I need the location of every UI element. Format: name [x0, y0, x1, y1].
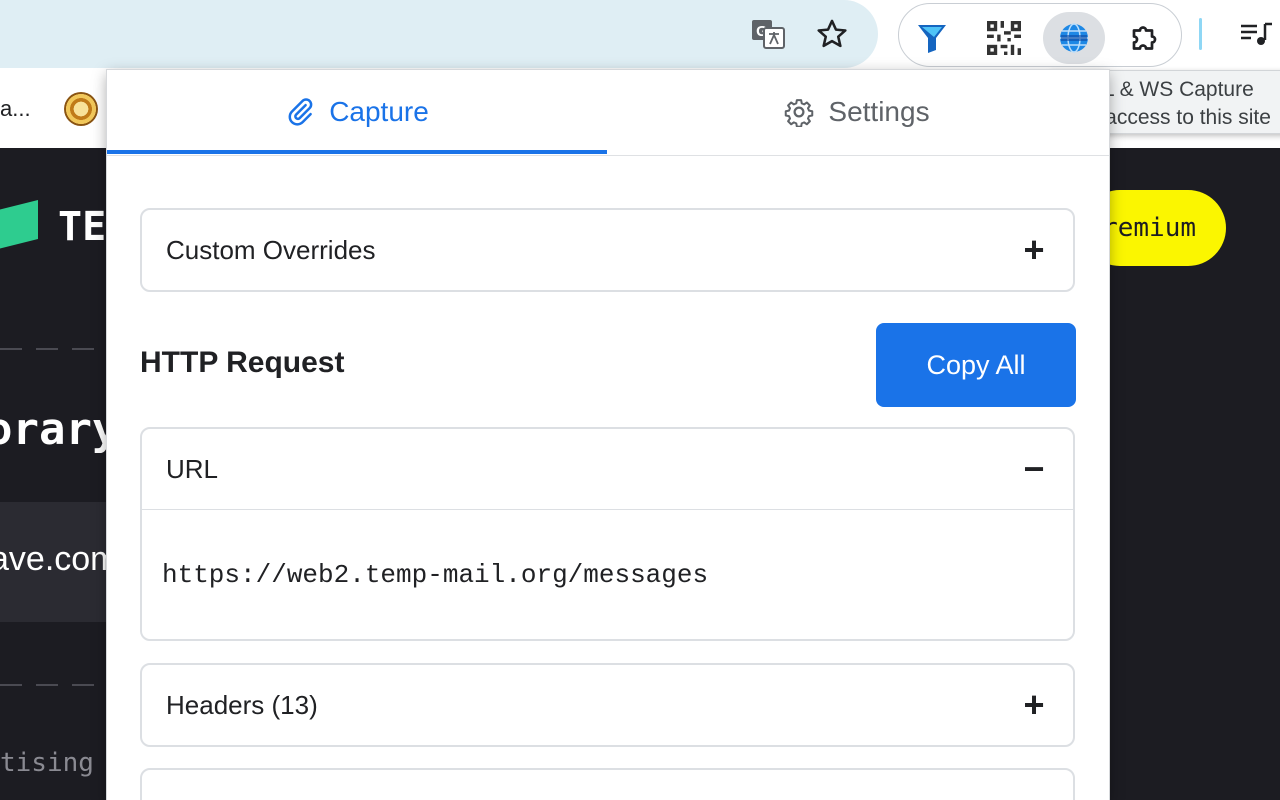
- active-tab-indicator: [107, 150, 607, 154]
- site-footer-text: tising: [0, 748, 94, 778]
- bookmark-star-button[interactable]: [808, 10, 856, 58]
- extension-qr-button[interactable]: [973, 12, 1035, 64]
- url-section: URL − https://web2.temp-mail.org/message…: [140, 427, 1075, 641]
- extensions-menu-button[interactable]: [1115, 12, 1177, 64]
- custom-overrides-section: Custom Overrides +: [140, 208, 1075, 292]
- site-email-text: ave.com: [0, 540, 119, 578]
- premium-button-label: remium: [1102, 213, 1196, 243]
- qr-code-icon: [987, 21, 1021, 55]
- translate-button[interactable]: G: [744, 10, 792, 58]
- star-icon: [817, 19, 847, 48]
- site-heading: orary: [0, 404, 119, 455]
- headers-header[interactable]: Headers (13) +: [142, 665, 1073, 745]
- toolbar-separator: [1199, 18, 1202, 50]
- expand-plus-icon[interactable]: +: [1019, 232, 1049, 268]
- tab-bar: Capture Settings: [107, 70, 1109, 156]
- media-controls-button[interactable]: [1232, 12, 1280, 58]
- gear-icon: [785, 99, 814, 127]
- custom-overrides-header[interactable]: Custom Overrides +: [142, 210, 1073, 290]
- music-queue-icon: [1241, 22, 1272, 45]
- bookmark-item-label[interactable]: a...: [0, 96, 31, 122]
- copy-all-button[interactable]: Copy All: [876, 323, 1076, 407]
- headers-label: Headers (13): [166, 689, 318, 720]
- globe-icon: [1060, 23, 1088, 53]
- divider: [0, 348, 120, 350]
- divider: [0, 684, 120, 686]
- extension-popup: Capture Settings Custom Overrides + HTTP…: [107, 70, 1109, 800]
- browser-toolbar: G: [0, 0, 1280, 70]
- url-value[interactable]: https://web2.temp-mail.org/messages: [142, 509, 1073, 639]
- site-logo-text: TE: [58, 204, 107, 250]
- http-request-title: HTTP Request: [140, 346, 345, 379]
- screen: G a... TE rary ave.com tising remium cUR…: [0, 0, 1280, 800]
- extension-curl-capture-button[interactable]: [1043, 12, 1105, 64]
- extension-filter-button[interactable]: [901, 12, 963, 64]
- paperclip-icon: [288, 98, 313, 126]
- headers-section: Headers (13) +: [140, 663, 1075, 747]
- url-header[interactable]: URL −: [142, 429, 1073, 509]
- tab-capture[interactable]: Capture: [107, 70, 607, 154]
- url-label: URL: [166, 453, 219, 484]
- collapse-minus-icon[interactable]: −: [1019, 451, 1049, 487]
- tab-capture-label: Capture: [329, 96, 429, 127]
- next-section-partial: [140, 768, 1075, 800]
- translate-icon: G: [752, 20, 785, 49]
- puzzle-icon: [1132, 26, 1157, 50]
- custom-overrides-label: Custom Overrides: [166, 234, 376, 265]
- extensions-group: [898, 3, 1182, 67]
- funnel-icon: [918, 25, 946, 53]
- bookmark-favicon-icon[interactable]: [64, 92, 98, 126]
- expand-plus-icon[interactable]: +: [1019, 687, 1049, 723]
- tab-settings[interactable]: Settings: [607, 70, 1107, 154]
- tab-settings-label: Settings: [828, 96, 930, 127]
